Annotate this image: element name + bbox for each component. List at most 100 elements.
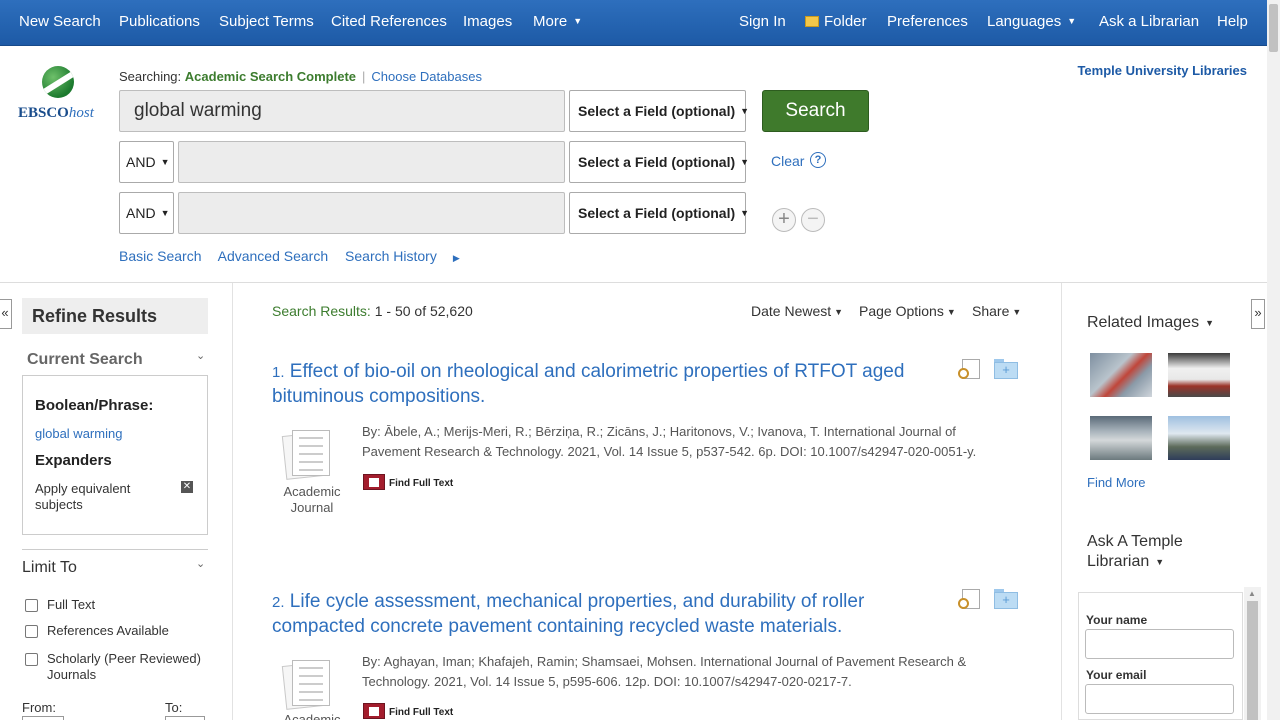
plus-icon[interactable]: +	[772, 208, 796, 232]
preview-icon[interactable]	[958, 589, 982, 611]
related-image-thumbnail[interactable]	[1168, 353, 1230, 397]
caret-down-icon: ▼	[1067, 16, 1077, 26]
basic-search-link[interactable]: Basic Search	[119, 248, 201, 264]
search-history-link[interactable]: Search History ▶	[345, 248, 473, 264]
caret-down-icon: ▼	[834, 307, 844, 317]
from-date-input[interactable]	[22, 716, 64, 720]
add-to-folder-icon[interactable]: +	[994, 589, 1018, 609]
searching-label: Searching:	[119, 69, 182, 84]
expander-value: Apply equivalent subjects	[35, 481, 131, 512]
your-email-input[interactable]	[1085, 684, 1234, 714]
institution-name[interactable]: Temple University Libraries	[1077, 63, 1247, 78]
collapse-left-icon[interactable]: «	[0, 299, 12, 329]
nav-cited-references[interactable]: Cited References	[331, 13, 447, 30]
result-citation-1: By: Ābele, A.; Merijs-Meri, R.; Bērziņa,…	[362, 424, 977, 459]
field-select-3[interactable]: Select a Field (optional) ▼	[569, 192, 750, 234]
related-images-heading[interactable]: Related Images ▼	[1087, 314, 1214, 332]
top-navigation-bar: New Search Publications Subject Terms Ci…	[0, 0, 1280, 46]
help-icon[interactable]: ?	[810, 152, 826, 168]
nav-help[interactable]: Help	[1217, 13, 1248, 30]
sort-date-newest[interactable]: Date Newest ▼	[751, 303, 843, 319]
nav-more[interactable]: More ▼	[533, 13, 582, 30]
ebsco-globe-icon	[42, 66, 74, 98]
search-mode-links: Basic Search Advanced Search Search Hist…	[119, 248, 486, 264]
publication-type: Academic Journal	[283, 484, 341, 515]
scroll-up-icon[interactable]: ▲	[1248, 589, 1256, 598]
chevron-down-icon[interactable]: ⌄	[196, 349, 205, 362]
nav-folder[interactable]: Folder	[805, 13, 867, 30]
add-to-folder-icon[interactable]: +	[994, 359, 1018, 379]
boolean-select-2[interactable]: AND ▼	[119, 141, 174, 183]
nav-publications[interactable]: Publications	[119, 13, 200, 30]
your-email-label: Your email	[1086, 668, 1147, 682]
nav-new-search[interactable]: New Search	[19, 13, 101, 30]
related-image-thumbnail[interactable]	[1168, 416, 1230, 460]
searching-databases: Searching: Academic Search Complete | Choo…	[119, 69, 482, 84]
nav-images[interactable]: Images	[463, 13, 512, 30]
scrollbar-thumb[interactable]	[1269, 4, 1278, 52]
caret-down-icon: ▼	[1012, 307, 1022, 317]
caret-down-icon: ▼	[740, 106, 750, 116]
caret-down-icon: ▼	[740, 208, 750, 218]
boolean-phrase-value[interactable]: global warming	[35, 426, 122, 441]
result-number: 2.	[272, 594, 285, 611]
publication-type: Academic	[283, 712, 341, 720]
nav-languages[interactable]: Languages ▼	[987, 13, 1076, 30]
related-image-thumbnail[interactable]	[1090, 416, 1152, 460]
checkbox[interactable]	[25, 625, 38, 638]
database-name[interactable]: Academic Search Complete	[185, 69, 356, 84]
caret-down-icon: ▼	[740, 157, 750, 167]
nav-subject-terms[interactable]: Subject Terms	[219, 13, 314, 30]
boolean-select-3[interactable]: AND ▼	[119, 192, 174, 234]
document-icon	[281, 660, 332, 710]
collapse-right-icon[interactable]: »	[1251, 299, 1265, 329]
share-menu[interactable]: Share ▼	[972, 303, 1021, 319]
field-select-2[interactable]: Select a Field (optional) ▼	[569, 141, 750, 183]
field-select-1[interactable]: Select a Field (optional) ▼	[569, 90, 750, 132]
your-name-input[interactable]	[1085, 629, 1234, 659]
checkbox[interactable]	[25, 599, 38, 612]
your-name-label: Your name	[1086, 613, 1148, 627]
remove-x-icon[interactable]: ✕	[181, 481, 193, 493]
search-input-1[interactable]: global warming	[119, 90, 565, 132]
related-image-thumbnail[interactable]	[1090, 353, 1152, 397]
caret-down-icon: ▼	[573, 16, 583, 26]
logo-wordmark: EBSCOhost	[18, 105, 94, 121]
result-title-2[interactable]: 2. Life cycle assessment, mechanical pro…	[272, 590, 932, 639]
find-more-link[interactable]: Find More	[1087, 475, 1146, 490]
result-number: 1.	[272, 364, 285, 381]
page-options[interactable]: Page Options ▼	[859, 303, 956, 319]
refine-results-heading: Refine Results	[22, 298, 208, 334]
boolean-phrase-label: Boolean/Phrase:	[35, 397, 154, 414]
caret-down-icon: ▼	[1155, 557, 1165, 567]
result-citation-2: By: Aghayan, Iman; Khafajeh, Ramin; Sham…	[362, 654, 967, 689]
limit-to-heading[interactable]: Limit To	[22, 559, 77, 577]
nav-sign-in[interactable]: Sign In	[739, 13, 786, 30]
search-button[interactable]: Search	[762, 90, 869, 132]
find-full-text-link[interactable]: Find Full Text	[363, 474, 453, 490]
nav-ask-a-librarian[interactable]: Ask a Librarian	[1099, 13, 1199, 30]
document-icon	[281, 430, 332, 480]
current-search-heading[interactable]: Current Search	[27, 351, 143, 369]
ask-librarian-heading[interactable]: Ask A Temple Librarian ▼	[1087, 532, 1207, 572]
minus-icon[interactable]: −	[801, 208, 825, 232]
choose-databases-link[interactable]: Choose Databases	[371, 69, 482, 84]
column-divider	[232, 283, 233, 720]
nav-preferences[interactable]: Preferences	[887, 13, 968, 30]
clear-link[interactable]: Clear	[771, 153, 804, 169]
chevron-down-icon[interactable]: ⌄	[196, 557, 205, 570]
search-input-2[interactable]	[178, 141, 565, 183]
to-date-input[interactable]	[165, 716, 205, 720]
advanced-search-link[interactable]: Advanced Search	[218, 248, 329, 264]
search-input-3[interactable]	[178, 192, 565, 234]
checkbox[interactable]	[25, 653, 38, 666]
caret-down-icon: ▼	[946, 307, 956, 317]
ebscohost-logo[interactable]: EBSCOhost	[16, 66, 102, 122]
widget-scrollbar[interactable]: ▲	[1244, 587, 1261, 720]
result-title-1[interactable]: 1. Effect of bio-oil on rheological and …	[272, 360, 932, 409]
find-full-text-link[interactable]: Find Full Text	[363, 703, 453, 719]
preview-icon[interactable]	[958, 359, 982, 381]
scrollbar-thumb[interactable]	[1247, 601, 1258, 720]
page-scrollbar[interactable]	[1267, 0, 1280, 720]
caret-right-icon: ▶	[452, 253, 460, 263]
